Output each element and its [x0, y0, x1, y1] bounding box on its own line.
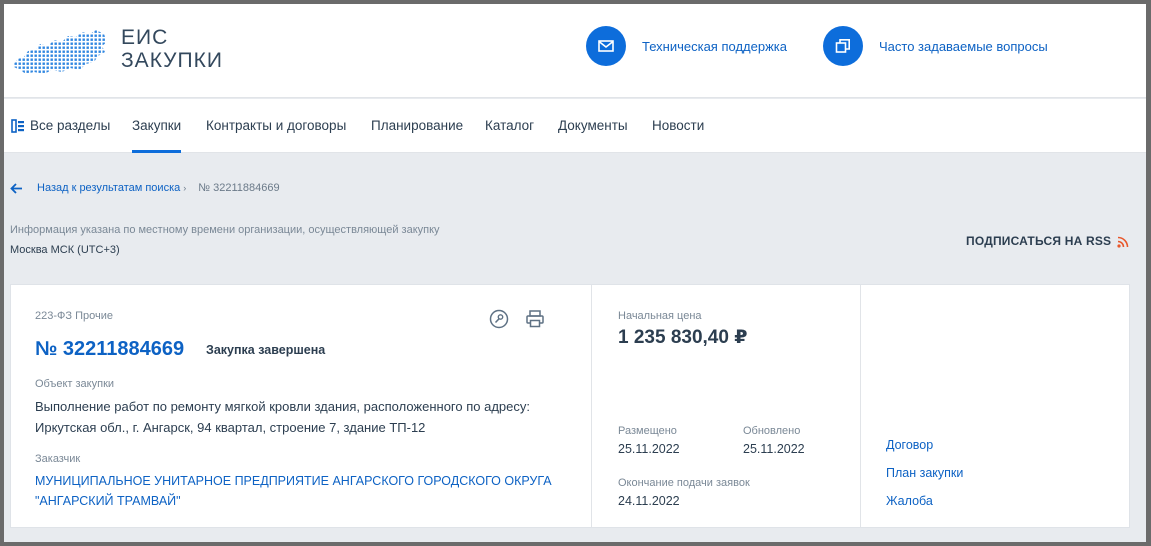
- faq-link[interactable]: Часто задаваемые вопросы: [823, 26, 1048, 66]
- customer-label: Заказчик: [35, 453, 81, 465]
- support-label: Техническая поддержка: [642, 38, 787, 54]
- purchase-number[interactable]: № 32211884669: [35, 338, 184, 361]
- updated-label: Обновлено: [743, 425, 801, 437]
- price-label: Начальная цена: [618, 310, 702, 322]
- nav-contracts[interactable]: Контракты и договоры: [206, 99, 346, 153]
- header: ЕИС ЗАКУПКИ Техническая поддержка Часто …: [4, 4, 1146, 98]
- nav-planning[interactable]: Планирование: [371, 99, 463, 153]
- page: ЕИС ЗАКУПКИ Техническая поддержка Часто …: [4, 4, 1146, 542]
- nav-documents[interactable]: Документы: [558, 99, 628, 153]
- initial-price: 1 235 830,40 ₽: [618, 327, 748, 348]
- rss-icon[interactable]: [1117, 235, 1129, 253]
- key-icon[interactable]: [489, 309, 509, 334]
- nav-news[interactable]: Новости: [652, 99, 704, 153]
- purchase-card: 223-ФЗ Прочие № 32211884669 Закупка заве…: [10, 284, 1130, 528]
- deadline-date: 24.11.2022: [618, 494, 680, 508]
- logo-line2: ЗАКУПКИ: [121, 49, 223, 72]
- nav-label: Все разделы: [30, 118, 111, 133]
- law-type: 223-ФЗ Прочие: [35, 310, 113, 322]
- updated-date: 25.11.2022: [743, 442, 805, 456]
- nav-catalog[interactable]: Каталог: [485, 99, 534, 153]
- print-icon[interactable]: [525, 309, 545, 334]
- sections-icon: [11, 119, 25, 133]
- rss-subscribe-link[interactable]: ПОДПИСАТЬСЯ НА RSS: [966, 234, 1111, 248]
- timezone-value: Москва МСК (UTC+3): [10, 244, 120, 256]
- purchase-plan-link[interactable]: План закупки: [886, 466, 963, 480]
- contract-link[interactable]: Договор: [886, 438, 933, 452]
- timezone-info-note: Информация указана по местному времени о…: [10, 224, 440, 236]
- main-nav: Все разделы Закупки Контракты и договоры…: [4, 99, 1146, 153]
- nav-all-sections[interactable]: Все разделы: [11, 99, 110, 153]
- posted-date: 25.11.2022: [618, 442, 680, 456]
- copy-icon: [823, 26, 863, 66]
- logo[interactable]: ЕИС ЗАКУПКИ: [10, 22, 222, 82]
- breadcrumb-current: № 32211884669: [198, 182, 280, 194]
- breadcrumb-separator: ›: [183, 183, 187, 193]
- purchase-main-info: 223-ФЗ Прочие № 32211884669 Закупка заве…: [11, 285, 592, 527]
- object-text: Выполнение работ по ремонту мягкой кровл…: [35, 399, 530, 435]
- arrow-left-icon[interactable]: [10, 182, 23, 194]
- customer-link[interactable]: МУНИЦИПАЛЬНОЕ УНИТАРНОЕ ПРЕДПРИЯТИЕ АНГА…: [35, 471, 575, 511]
- russia-map-icon: [12, 30, 107, 74]
- support-link[interactable]: Техническая поддержка: [586, 26, 787, 66]
- logo-line1: ЕИС: [121, 26, 169, 49]
- purchase-links: Договор План закупки Жалоба: [862, 285, 1130, 527]
- faq-label: Часто задаваемые вопросы: [879, 38, 1048, 54]
- back-to-results-link[interactable]: Назад к результатам поиска: [37, 182, 180, 194]
- deadline-label: Окончание подачи заявок: [618, 477, 750, 489]
- object-label: Объект закупки: [35, 378, 115, 390]
- purchase-price-dates: Начальная цена 1 235 830,40 ₽ Размещено …: [593, 285, 861, 527]
- breadcrumb: Назад к результатам поиска › № 322118846…: [10, 180, 280, 196]
- posted-label: Размещено: [618, 425, 677, 437]
- nav-purchases[interactable]: Закупки: [132, 99, 182, 153]
- mail-icon: [586, 26, 626, 66]
- complaint-link[interactable]: Жалоба: [886, 494, 933, 508]
- purchase-status: Закупка завершена: [206, 343, 326, 357]
